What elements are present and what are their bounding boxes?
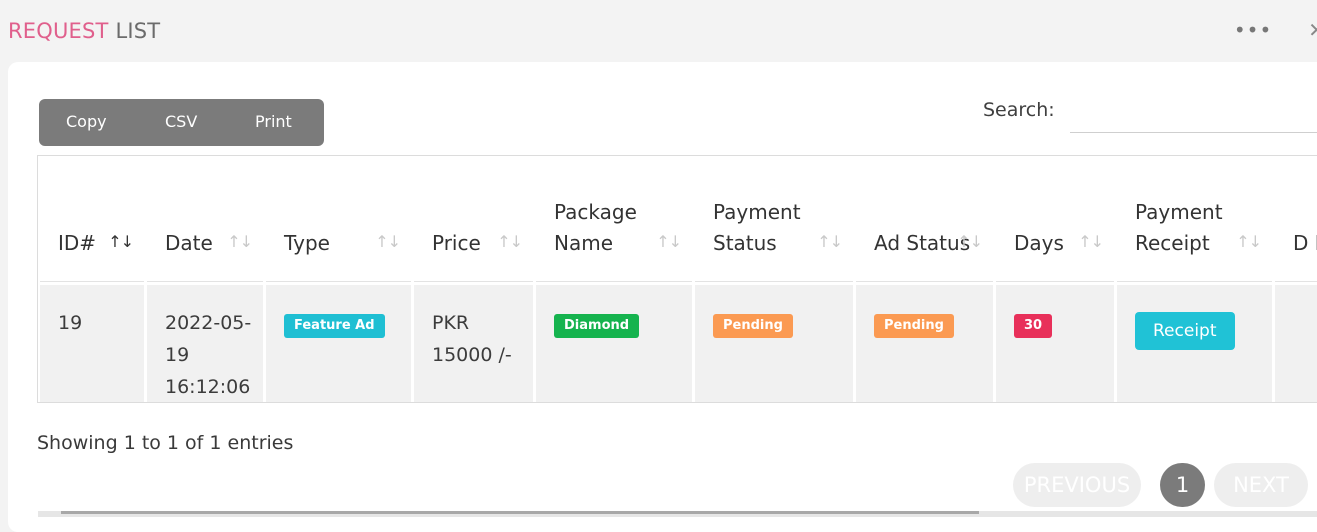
horizontal-scrollbar[interactable]	[38, 511, 1317, 517]
cell-package: Diamond	[536, 285, 692, 402]
payment-status-badge: Pending	[713, 314, 793, 338]
col-header-days[interactable]: Days ↑↓	[996, 158, 1114, 282]
cell-id: 19	[40, 285, 144, 402]
more-icon[interactable]: •••	[1234, 18, 1272, 42]
search-label: Search:	[983, 99, 1055, 121]
next-page-button[interactable]: NEXT	[1214, 463, 1308, 507]
col-header-id[interactable]: ID# ↑↓	[40, 158, 144, 282]
cell-price: PKR 15000 /-	[414, 285, 533, 402]
col-header-truncated[interactable]: D P	[1275, 158, 1317, 282]
print-button[interactable]: Print	[255, 112, 292, 131]
cell-receipt: Receipt	[1117, 285, 1272, 402]
days-badge: 30	[1014, 314, 1053, 338]
export-button-group: Copy CSV Print	[39, 99, 324, 146]
page-title-rest: LIST	[108, 19, 161, 43]
package-badge: Diamond	[554, 314, 640, 338]
col-header-package-name[interactable]: Package Name ↑↓	[536, 158, 692, 282]
page-1-button[interactable]: 1	[1160, 463, 1205, 507]
type-badge: Feature Ad	[284, 314, 385, 338]
cell-type: Feature Ad	[266, 285, 411, 402]
sort-icon: ↑↓	[375, 232, 401, 251]
sort-icon: ↑↓	[1078, 232, 1104, 251]
cell-date: 2022-05-19 16:12:06	[147, 285, 263, 402]
page-title: REQUEST LIST	[8, 19, 160, 43]
page-title-accent: REQUEST	[8, 19, 109, 43]
col-header-ad-status[interactable]: Ad Status ↑↓	[856, 158, 993, 282]
csv-button[interactable]: CSV	[165, 112, 197, 131]
col-header-price[interactable]: Price ↑↓	[414, 158, 533, 282]
request-table-wrapper: ID# ↑↓ Date ↑↓ Type ↑↓ Price ↑↓ Package Name…	[37, 155, 1317, 403]
col-header-label: Days	[1014, 231, 1064, 255]
copy-button[interactable]: Copy	[66, 112, 107, 131]
col-header-label: Package Name	[554, 200, 637, 255]
col-header-payment-receipt[interactable]: Payment Receipt ↑↓	[1117, 158, 1272, 282]
close-icon[interactable]: ✕	[1308, 18, 1317, 42]
table-header-row: ID# ↑↓ Date ↑↓ Type ↑↓ Price ↑↓ Package Name…	[40, 158, 1317, 282]
table-info: Showing 1 to 1 of 1 entries	[37, 432, 294, 454]
sort-icon: ↑↓	[497, 232, 523, 251]
search-input[interactable]	[1070, 95, 1317, 133]
sort-icon: ↑↓	[227, 232, 253, 251]
ad-status-badge: Pending	[874, 314, 954, 338]
col-header-date[interactable]: Date ↑↓	[147, 158, 263, 282]
col-header-label: Price	[432, 231, 481, 255]
cell-days: 30	[996, 285, 1114, 402]
col-header-label: D P	[1293, 231, 1317, 255]
sort-icon: ↑↓	[1236, 232, 1262, 251]
col-header-payment-status[interactable]: Payment Status ↑↓	[695, 158, 853, 282]
col-header-label: ID#	[58, 231, 97, 255]
table-row: 19 2022-05-19 16:12:06 Feature Ad PKR 15…	[40, 285, 1317, 402]
col-header-label: Payment Status	[713, 200, 801, 255]
previous-page-button[interactable]: PREVIOUS	[1013, 463, 1141, 507]
col-header-label: Type	[284, 231, 330, 255]
header-tools: ••• ✕	[1234, 18, 1317, 42]
sort-icon: ↑↓	[817, 232, 843, 251]
sort-icon: ↑↓	[108, 232, 134, 251]
scrollbar-thumb[interactable]	[61, 511, 979, 514]
col-header-label: Date	[165, 231, 213, 255]
sort-icon: ↑↓	[656, 232, 682, 251]
cell-ad-status: Pending	[856, 285, 993, 402]
cell-truncated	[1275, 285, 1317, 402]
sort-icon: ↑↓	[957, 232, 983, 251]
cell-payment-status: Pending	[695, 285, 853, 402]
receipt-button[interactable]: Receipt	[1135, 312, 1235, 350]
request-table: ID# ↑↓ Date ↑↓ Type ↑↓ Price ↑↓ Package Name…	[38, 156, 1317, 402]
request-list-card: Copy CSV Print Search: ID# ↑↓ Date ↑↓ Type…	[8, 62, 1317, 532]
date-text: 2022-05-19 16:12:06	[165, 312, 252, 398]
col-header-label: Payment Receipt	[1135, 200, 1223, 255]
col-header-label: Ad Status	[874, 231, 971, 255]
col-header-type[interactable]: Type ↑↓	[266, 158, 411, 282]
